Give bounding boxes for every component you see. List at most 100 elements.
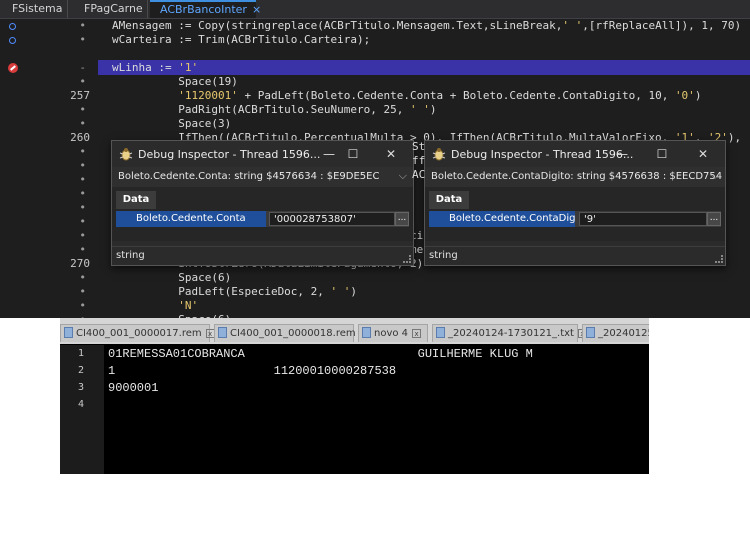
- ellipsis-button[interactable]: ...: [707, 212, 721, 226]
- minimize-icon[interactable]: —: [320, 145, 338, 163]
- notepad-tab[interactable]: _20240125-09: [582, 324, 649, 342]
- tab-acbrbancointer[interactable]: ACBrBancoInter ×: [150, 0, 261, 18]
- notepad-tab[interactable]: CI400_001_0000017.rem x: [60, 324, 215, 342]
- debug-inspector-conta[interactable]: Debug Inspector - Thread 1596... — ☐ ✕ B…: [111, 140, 414, 266]
- inspector-title: Debug Inspector - Thread 1596...: [138, 148, 321, 161]
- ide-editor: FSistema FPagCarne ACBrBancoInter × • • - • 2…: [0, 0, 750, 318]
- inspector-title-bar[interactable]: Debug Inspector - Thread 1596... — ☐ ✕: [112, 141, 413, 167]
- line-marker: •: [79, 33, 86, 46]
- notepad-tab-bar: CI400_001_0000017.rem x CI400_001_0000018.…: [60, 318, 649, 344]
- code-fragment: ff: [412, 154, 426, 167]
- line-marker: •: [79, 271, 86, 284]
- code-line: Space(6): [112, 271, 232, 284]
- chevron-down-icon[interactable]: ⌵: [399, 169, 407, 183]
- resize-grip-icon[interactable]: [403, 255, 411, 263]
- inspector-panel: Data Boleto.Cedente.ContaDigit '9' ...: [425, 187, 725, 241]
- breakpoint-marker-icon[interactable]: [9, 37, 16, 44]
- notepad-editor: CI400_001_0000017.rem x CI400_001_0000018.…: [60, 318, 649, 474]
- bug-icon: [432, 148, 446, 161]
- line-marker: •: [79, 145, 86, 158]
- notepad-tab-label: _20240125-09: [598, 328, 649, 339]
- field-value[interactable]: '9': [579, 212, 707, 226]
- notepad-tab-label: CI400_001_0000018.rem: [230, 328, 356, 339]
- tab-data[interactable]: Data: [116, 191, 156, 209]
- inspector-expression[interactable]: Boleto.Cedente.Conta: string $4576634 : …: [112, 167, 413, 188]
- breakpoint-marker-icon[interactable]: [9, 23, 16, 30]
- code-line: '1120001' + PadLeft(Boleto.Cedente.Conta…: [178, 89, 702, 102]
- line-number: 257: [70, 89, 90, 102]
- field-value[interactable]: '000028753807': [269, 212, 395, 226]
- inspector-expression[interactable]: Boleto.Cedente.ContaDigito: string $4576…: [425, 167, 725, 188]
- resize-grip-icon[interactable]: [715, 255, 723, 263]
- debug-inspector-contadigito[interactable]: Debug Inspector - Thread 1596... — ☐ ✕ B…: [424, 140, 726, 266]
- inspector-expression-text: Boleto.Cedente.Conta: string $4576634 : …: [118, 171, 380, 182]
- close-tab-icon[interactable]: x: [412, 329, 422, 338]
- code-line: wCarteira := Trim(ACBrTitulo.Carteira);: [112, 33, 371, 46]
- code-fragment: St: [412, 140, 426, 153]
- notepad-line-number: 2: [77, 365, 84, 376]
- file-icon: [64, 327, 73, 338]
- close-icon[interactable]: ✕: [382, 145, 400, 163]
- tab-label: FPagCarne: [84, 2, 143, 15]
- line-marker: •: [79, 187, 86, 200]
- gutter-line: 270: [0, 257, 96, 271]
- close-tab-icon[interactable]: ×: [252, 3, 261, 16]
- gutter-line: 257: [0, 89, 96, 103]
- line-marker: -: [79, 61, 86, 74]
- code-line: 'N': [178, 299, 199, 312]
- chevron-down-icon[interactable]: ⌵: [711, 169, 719, 183]
- line-marker: •: [79, 299, 86, 312]
- inspector-expression-text: Boleto.Cedente.ContaDigito: string $4576…: [431, 171, 723, 182]
- gutter-line: •: [0, 215, 96, 229]
- bug-icon: [119, 148, 133, 161]
- code-line: Space(3): [112, 117, 232, 130]
- inspector-footer: string: [112, 246, 413, 265]
- gutter-line: •: [0, 271, 96, 285]
- notepad-line-gutter: 1 2 3 4: [60, 345, 104, 474]
- code-fragment: AC: [412, 168, 426, 181]
- gutter-line: •: [0, 173, 96, 187]
- notepad-line-number: 3: [77, 382, 84, 393]
- inspector-panel: Data Boleto.Cedente.Conta '000028753807'…: [112, 187, 413, 241]
- notepad-line-number: 4: [77, 399, 84, 410]
- line-marker: •: [79, 201, 86, 214]
- file-icon: [436, 327, 445, 338]
- type-label: string: [116, 250, 145, 261]
- tab-data[interactable]: Data: [429, 191, 469, 209]
- inspector-row[interactable]: Boleto.Cedente.ContaDigit '9' ...: [429, 211, 721, 227]
- code-line: AMensagem := Copy(stringreplace(ACBrTitu…: [112, 19, 750, 32]
- inspector-row[interactable]: Boleto.Cedente.Conta '000028753807' ...: [116, 211, 409, 227]
- maximize-icon[interactable]: ☐: [653, 145, 671, 163]
- ellipsis-button[interactable]: ...: [395, 212, 409, 226]
- gutter-line: •: [0, 299, 96, 313]
- line-marker: •: [79, 243, 86, 256]
- line-marker: •: [79, 117, 86, 130]
- tab-fpagcarne[interactable]: FPagCarne: [68, 0, 148, 18]
- minimize-icon[interactable]: —: [613, 145, 631, 163]
- gutter-line: •: [0, 229, 96, 243]
- gutter-line: •: [0, 145, 96, 159]
- line-marker: •: [79, 173, 86, 186]
- notepad-tab[interactable]: _20240124-1730121_.txtx: [432, 324, 587, 342]
- notepad-line: 01REMESSA01COBRANCA GUILHERME KLUG M: [108, 347, 533, 361]
- notepad-text-area[interactable]: 01REMESSA01COBRANCA GUILHERME KLUG M 1 11…: [108, 345, 649, 474]
- tab-fsistema[interactable]: FSistema: [0, 0, 68, 18]
- notepad-tab[interactable]: novo 4x: [358, 324, 428, 342]
- close-icon[interactable]: ✕: [694, 145, 712, 163]
- line-number: 260: [70, 131, 90, 144]
- notepad-tab-label: _20240124-1730121_.txt: [448, 328, 574, 339]
- code-line: PadRight(ACBrTitulo.SeuNumero, 25, ' '): [112, 103, 437, 116]
- notepad-line: 1 11200010000287538: [108, 364, 397, 378]
- inspector-footer: string: [425, 246, 725, 265]
- notepad-line: 9000001: [108, 381, 159, 395]
- field-name: Boleto.Cedente.Conta: [116, 211, 266, 227]
- breakpoint-icon[interactable]: [8, 63, 18, 73]
- gutter-line: 260: [0, 131, 96, 145]
- gutter-line: •: [0, 201, 96, 215]
- inspector-title-bar[interactable]: Debug Inspector - Thread 1596... — ☐ ✕: [425, 141, 725, 167]
- maximize-icon[interactable]: ☐: [344, 145, 362, 163]
- gutter-line: •: [0, 75, 96, 89]
- code-line: Space(19): [112, 75, 238, 88]
- notepad-tab[interactable]: CI400_001_0000018.remx: [214, 324, 369, 342]
- field-name: Boleto.Cedente.ContaDigit: [429, 211, 575, 227]
